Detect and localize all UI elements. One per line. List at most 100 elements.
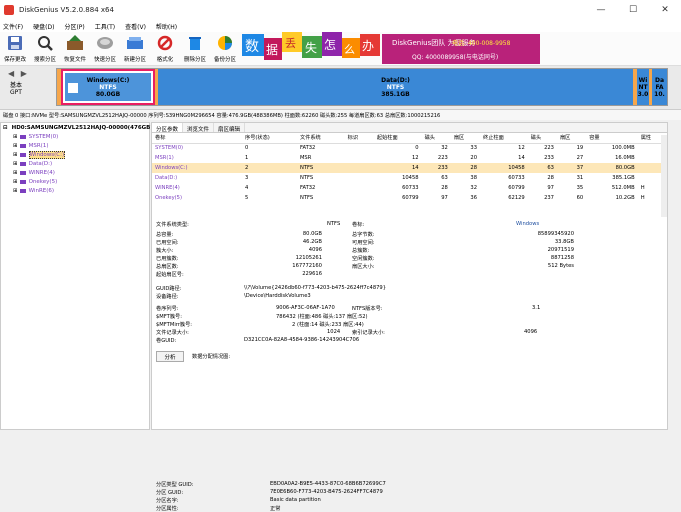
tree-item-winre[interactable]: ⊞ WINRE(4) <box>1 168 149 177</box>
table-row[interactable]: SYSTEM(0) 0 FAT32 0 32 33 12 223 19 100.0MB <box>152 143 667 153</box>
menu-tools[interactable]: 工具(T) <box>95 22 115 31</box>
expand-icon[interactable]: ⊞ <box>13 143 18 149</box>
menu-disk[interactable]: 硬盘(D) <box>33 22 54 31</box>
partition-block-data2[interactable]: Da FA 10. <box>652 69 667 105</box>
table-cell: 223 <box>544 145 554 152</box>
col-id[interactable]: 标识 <box>344 133 374 144</box>
recover-icon <box>66 34 84 52</box>
tree-item-winre6[interactable]: ⊞ WinRE(6) <box>1 186 149 195</box>
tab-sector-edit[interactable]: 扇区编辑 <box>214 123 246 133</box>
col-capacity[interactable]: 容量 <box>586 133 638 144</box>
prop-vol: Windows <box>516 221 540 227</box>
table-cell: 20 <box>470 155 478 161</box>
tree-item-onekey[interactable]: ⊞ Onekey(5) <box>1 177 149 186</box>
table-cell: 10458 <box>402 175 419 181</box>
prop-value: 4096 <box>308 247 322 253</box>
disk-nav-arrows[interactable]: ◀ ▶ <box>8 69 29 78</box>
quick-partition-button[interactable]: 快速分区 <box>90 32 120 66</box>
table-row[interactable]: Windows(C:) 2 NTFS 14 233 28 10458 63 37 80.0GB <box>152 163 667 173</box>
prop-value: 20971519 <box>547 247 574 253</box>
ad-banner[interactable]: 数 据 丢 失 怎 么 办 DiskGenius团队 为您服务 电话: 400-… <box>242 32 542 66</box>
col-start-cyl[interactable]: 起始柱面 <box>373 133 422 144</box>
prop-value: 85899345920 <box>537 231 574 237</box>
partition-table: 卷标 序号(状态) 文件系统 标识 起始柱面 磁头 扇区 终止柱面 磁头 扇区 … <box>152 133 667 203</box>
table-cell: 36 <box>470 195 478 201</box>
col-end-cyl[interactable]: 终止柱面 <box>480 133 528 144</box>
disk-tree-pane: ⊟ HD0:SAMSUNGMZVL2512HAJQ-00000(476GB) ⊞… <box>0 122 153 430</box>
table-cell: 62129 <box>508 195 525 201</box>
col-sector[interactable]: 扇区 <box>450 133 481 144</box>
prop-mftmirr-label: $MFTMirr簇号: <box>156 322 193 328</box>
table-cell: 223 <box>437 155 448 161</box>
table-cell: 35 <box>576 185 584 191</box>
expand-icon[interactable]: ⊞ <box>13 152 18 158</box>
table-cell: 37 <box>556 163 587 173</box>
quick-partition-icon <box>96 34 114 52</box>
col-fs[interactable]: 文件系统 <box>296 133 345 144</box>
tree-item-windows[interactable]: ⊞ Windows(C:) <box>1 150 149 159</box>
partition-icon <box>19 170 26 175</box>
table-cell: FAT32 <box>299 145 316 152</box>
tree-item-msr[interactable]: ⊞ MSR(1) <box>1 141 149 150</box>
title-bar: DiskGenius V5.2.0.884 x64 — ☐ ✕ <box>0 0 681 20</box>
search-partition-button[interactable]: 搜索分区 <box>30 32 60 66</box>
tab-partition-params[interactable]: 分区参数 <box>152 123 184 133</box>
menu-partition[interactable]: 分区(P) <box>64 22 84 31</box>
expand-icon[interactable]: ⊟ <box>3 125 8 131</box>
table-row[interactable]: WINRE(4) 4 FAT32 60733 28 32 60799 97 35 512.0MB H <box>152 183 667 193</box>
menu-view[interactable]: 查看(V) <box>125 22 146 31</box>
table-cell: 16.0MB <box>615 155 635 161</box>
tree-item-system[interactable]: ⊞ SYSTEM(0) <box>1 132 149 141</box>
table-row[interactable]: Onekey(5) 5 NTFS 60799 97 36 62129 237 60 10.2GB H <box>152 193 667 203</box>
col-end-head[interactable]: 磁头 <box>527 133 557 144</box>
expand-icon[interactable]: ⊞ <box>13 161 18 167</box>
minimize-button[interactable]: — <box>585 0 617 20</box>
prop-serial-label: 卷序列号: <box>156 306 179 312</box>
save-changes-button[interactable]: 保存更改 <box>0 32 30 66</box>
app-logo-icon <box>4 5 14 15</box>
analyze-button[interactable]: 分析 <box>156 351 184 362</box>
prop-rec-size-label: 文件记录大小: <box>156 330 189 336</box>
col-end-sector[interactable]: 扇区 <box>556 133 587 144</box>
cell-volume: WINRE(4) <box>155 185 180 191</box>
menu-help[interactable]: 帮助(H) <box>156 22 177 31</box>
table-cell: 4 <box>245 185 249 191</box>
table-cell: 27 <box>576 155 584 161</box>
table-cell: 0 <box>245 145 249 152</box>
expand-icon[interactable]: ⊞ <box>13 134 18 140</box>
new-partition-button[interactable]: 新建分区 <box>120 32 150 66</box>
table-row[interactable]: MSR(1) 1 MSR 12 223 20 14 233 27 16.0MB <box>152 153 667 163</box>
format-button[interactable]: 格式化 <box>150 32 180 66</box>
prop-vol-guid-label: 卷GUID: <box>156 338 177 344</box>
table-cell: 12 <box>411 155 419 161</box>
prop-guid-path: \\?\Volume{2426db60-f773-4203-b475-2624f… <box>244 285 387 291</box>
banner-char-1: 数 <box>245 39 259 55</box>
prop-value: 167772160 <box>292 263 322 269</box>
tree-item-data[interactable]: ⊞ Data(D:) <box>1 159 149 168</box>
table-header-row: 卷标 序号(状态) 文件系统 标识 起始柱面 磁头 扇区 终止柱面 磁头 扇区 … <box>152 133 667 144</box>
col-head[interactable]: 磁头 <box>421 133 451 144</box>
table-scrollbar[interactable] <box>661 135 667 217</box>
backup-partition-button[interactable]: 备份分区 <box>210 32 240 66</box>
delete-partition-button[interactable]: 删除分区 <box>180 32 210 66</box>
table-cell: 28 <box>547 175 554 181</box>
expand-icon[interactable]: ⊞ <box>13 170 18 176</box>
expand-icon[interactable]: ⊞ <box>13 179 18 185</box>
recover-files-button[interactable]: 恢复文件 <box>60 32 90 66</box>
table-cell: NTFS <box>299 175 314 181</box>
close-button[interactable]: ✕ <box>649 0 681 20</box>
tree-disk-node[interactable]: ⊟ HD0:SAMSUNGMZVL2512HAJQ-00000(476GB) <box>1 123 153 132</box>
disk-map-bar: ◀ ▶ 基本 GPT Windows(C:) NTFS 80.0GB Data(… <box>0 66 681 110</box>
partition-block-c[interactable]: Windows(C:) NTFS 80.0GB <box>61 69 155 105</box>
partition-block-winre[interactable]: Wi NT 3.0 <box>637 69 649 105</box>
table-row[interactable]: Data(D:) 3 NTFS 10458 63 38 60733 28 31 385.1GB <box>152 173 667 183</box>
col-volume[interactable]: 卷标 <box>152 133 242 144</box>
partition-block-d[interactable]: Data(D:) NTFS 385.1GB <box>158 69 633 105</box>
col-index[interactable]: 序号(状态) <box>242 133 297 144</box>
menu-file[interactable]: 文件(F) <box>3 22 23 31</box>
expand-icon[interactable]: ⊞ <box>13 188 18 194</box>
tab-browse-files[interactable]: 浏览文件 <box>183 123 215 133</box>
prop-vol-label: 卷标: <box>352 222 365 228</box>
prop-p-guid-label: 分区 GUID: <box>156 490 184 496</box>
maximize-button[interactable]: ☐ <box>617 0 649 20</box>
